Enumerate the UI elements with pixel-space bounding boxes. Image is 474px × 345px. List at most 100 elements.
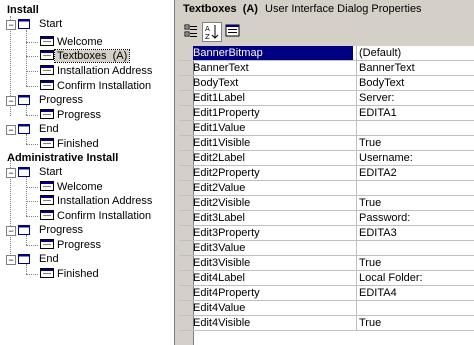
- tree-node-install-progress[interactable]: Progress: [39, 93, 83, 107]
- property-row[interactable]: Edit1Value: [179, 121, 474, 136]
- property-name: Edit4Visible: [193, 317, 251, 329]
- property-value[interactable]: [356, 241, 474, 255]
- dialog-group-icon: [18, 124, 30, 134]
- property-row[interactable]: BannerBitmap (Default): [179, 46, 474, 61]
- collapse-icon[interactable]: −: [6, 168, 16, 178]
- property-row[interactable]: Edit3Visible True: [179, 256, 474, 271]
- dialog-tree[interactable]: Install − Start Welcome Textboxes (A) In…: [0, 0, 175, 345]
- tree-item-progress[interactable]: Progress: [57, 238, 101, 252]
- property-value[interactable]: EDITA3: [356, 226, 474, 240]
- property-row[interactable]: Edit1Label Server:: [179, 91, 474, 106]
- tree-item-textboxes[interactable]: Textboxes (A): [53, 49, 131, 63]
- property-value[interactable]: [356, 121, 474, 135]
- property-name: Edit1Label: [193, 92, 245, 104]
- property-row[interactable]: BodyText BodyText: [179, 76, 474, 91]
- tree-node-install-start[interactable]: Start: [39, 17, 62, 31]
- collapse-icon[interactable]: −: [6, 226, 16, 236]
- tree-item-welcome[interactable]: Welcome: [57, 180, 103, 194]
- tree-item-label: Welcome: [57, 36, 103, 48]
- property-value[interactable]: Password:: [356, 211, 474, 225]
- dialog-group-icon: [18, 254, 30, 264]
- alphabetical-icon: A Z: [205, 25, 219, 41]
- tree-node-label: End: [39, 123, 59, 135]
- tree-item-label-selected: Textboxes (A): [53, 49, 131, 63]
- properties-toolbar: A Z: [179, 21, 474, 44]
- property-value[interactable]: [356, 301, 474, 315]
- property-row[interactable]: Edit1Visible True: [179, 136, 474, 151]
- tree-item-installation-address[interactable]: Installation Address: [57, 64, 152, 78]
- property-pages-button[interactable]: [224, 22, 242, 40]
- property-row[interactable]: Edit2Property EDITA2: [179, 166, 474, 181]
- property-value[interactable]: (Default): [356, 46, 474, 60]
- tree-node-label: Start: [39, 166, 63, 178]
- property-name: Edit2Label: [193, 152, 245, 164]
- tree-item-label: Progress: [57, 239, 102, 251]
- tree-item-confirm-installation[interactable]: Confirm Installation: [57, 79, 151, 93]
- property-name: Edit3Value: [193, 242, 246, 254]
- collapse-icon[interactable]: −: [6, 20, 16, 30]
- collapse-icon[interactable]: −: [6, 125, 16, 135]
- categorized-button[interactable]: [182, 22, 200, 40]
- tree-item-installation-address[interactable]: Installation Address: [57, 194, 152, 208]
- property-name: Edit2Value: [193, 182, 246, 194]
- dialog-group-icon: [18, 95, 30, 105]
- property-row[interactable]: Edit4Property EDITA4: [179, 286, 474, 301]
- property-row[interactable]: Edit3Value: [179, 241, 474, 256]
- tree-node-label: Start: [39, 18, 63, 30]
- tree-node-admin-start[interactable]: Start: [39, 165, 62, 179]
- property-name: Edit3Property: [193, 227, 260, 239]
- property-row[interactable]: Edit4Label Local Folder:: [179, 271, 474, 286]
- property-value[interactable]: True: [356, 196, 474, 210]
- dialog-icon: [40, 50, 54, 60]
- tree-node-admin-end[interactable]: End: [39, 252, 59, 266]
- property-row[interactable]: Edit4Visible True: [179, 316, 474, 331]
- property-value[interactable]: Username:: [356, 151, 474, 165]
- property-name: Edit4Value: [193, 302, 246, 314]
- property-value[interactable]: BodyText: [356, 76, 474, 90]
- properties-title-object: Textboxes (A): [183, 3, 258, 15]
- tree-item-confirm-installation[interactable]: Confirm Installation: [57, 209, 151, 223]
- tree-item-label: Finished: [57, 138, 99, 150]
- svg-text:A: A: [205, 25, 210, 33]
- property-row[interactable]: Edit3Property EDITA3: [179, 226, 474, 241]
- alphabetical-button[interactable]: A Z: [202, 22, 222, 42]
- tree-item-progress[interactable]: Progress: [57, 108, 101, 122]
- collapse-icon[interactable]: −: [6, 255, 16, 265]
- tree-item-finished[interactable]: Finished: [57, 137, 99, 151]
- tree-item-welcome[interactable]: Welcome: [57, 35, 103, 49]
- property-value[interactable]: [356, 181, 474, 195]
- property-value[interactable]: EDITA2: [356, 166, 474, 180]
- property-value[interactable]: True: [356, 316, 474, 330]
- tree-item-label: Finished: [57, 268, 99, 280]
- tree-item-label: Progress: [57, 109, 102, 121]
- property-row[interactable]: Edit2Label Username:: [179, 151, 474, 166]
- property-row[interactable]: Edit2Visible True: [179, 196, 474, 211]
- property-value[interactable]: Local Folder:: [356, 271, 474, 285]
- property-name: Edit2Visible: [193, 197, 251, 209]
- property-row[interactable]: BannerText BannerText: [179, 61, 474, 76]
- tree-item-label: Installation Address: [57, 65, 153, 77]
- tree-item-finished[interactable]: Finished: [57, 267, 99, 281]
- property-value[interactable]: True: [356, 136, 474, 150]
- tree-item-label: Confirm Installation: [57, 80, 152, 92]
- property-name: Edit2Property: [193, 167, 260, 179]
- property-name: Edit1Visible: [193, 137, 251, 149]
- properties-title: Textboxes (A) User Interface Dialog Prop…: [179, 0, 474, 18]
- property-value[interactable]: EDITA1: [356, 106, 474, 120]
- property-row[interactable]: Edit3Label Password:: [179, 211, 474, 226]
- properties-panel: Textboxes (A) User Interface Dialog Prop…: [179, 0, 474, 345]
- tree-node-admin-progress[interactable]: Progress: [39, 223, 83, 237]
- property-value[interactable]: BannerText: [356, 61, 474, 75]
- tree-node-install-label: Install: [7, 4, 39, 16]
- tree-node-install-end[interactable]: End: [39, 122, 59, 136]
- property-row[interactable]: Edit4Value: [179, 301, 474, 316]
- property-row[interactable]: Edit2Value: [179, 181, 474, 196]
- property-value[interactable]: EDITA4: [356, 286, 474, 300]
- property-value[interactable]: True: [356, 256, 474, 270]
- property-value[interactable]: Server:: [356, 91, 474, 105]
- property-name: BodyText: [193, 77, 239, 89]
- property-row[interactable]: Edit1Property EDITA1: [179, 106, 474, 121]
- collapse-icon[interactable]: −: [6, 96, 16, 106]
- dialog-icon: [40, 268, 54, 278]
- svg-text:Z: Z: [205, 33, 210, 41]
